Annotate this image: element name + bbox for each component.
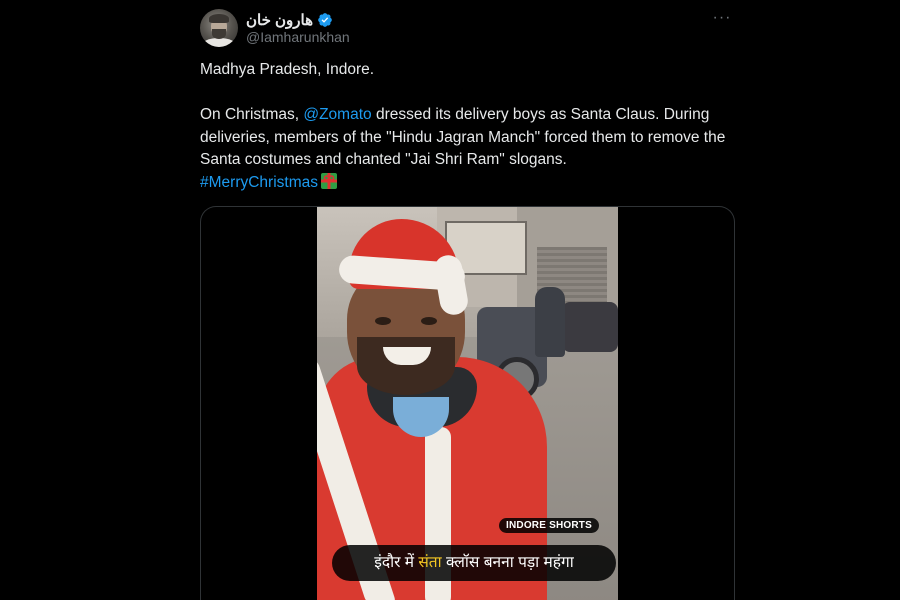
tweet: هارون خان @Iamharunkhan ··· Madhya Prade…: [200, 6, 735, 600]
video-rider: [535, 287, 565, 357]
avatar-hair: [209, 14, 229, 23]
tweet-body-prefix: On Christmas,: [200, 106, 304, 123]
video-caption: इंदौर में संता क्लॉस बनना पड़ा महंगा: [332, 545, 616, 581]
person-eye-left: [375, 317, 391, 325]
person-eye-right: [421, 317, 437, 325]
verified-badge-icon: [318, 13, 332, 27]
caption-prefix: इंदौर में: [374, 554, 419, 571]
author-name-row: هارون خان: [246, 10, 333, 30]
avatar-shoulders: [202, 38, 236, 47]
video-player[interactable]: INDORE SHORTS इंदौर में संता क्लॉस बनना …: [317, 207, 618, 600]
video-watermark: INDORE SHORTS: [499, 518, 599, 533]
tweet-body: On Christmas, @Zomato dressed its delive…: [200, 104, 735, 172]
avatar-beard: [212, 29, 226, 39]
caption-highlight: संता: [418, 554, 442, 571]
author-display-name[interactable]: هارون خان: [246, 11, 313, 29]
tweet-text: Madhya Pradesh, Indore. On Christmas, @Z…: [200, 59, 735, 194]
person-beard: [357, 337, 455, 395]
author-avatar[interactable]: [200, 9, 238, 47]
author-handle[interactable]: @Iamharunkhan: [246, 29, 350, 45]
caption-suffix: क्लॉस बनना पड़ा महंगा: [441, 554, 574, 571]
video-motorbike-right: [562, 302, 618, 352]
hashtag-link[interactable]: #MerryChristmas: [200, 174, 318, 191]
media-container[interactable]: INDORE SHORTS इंदौर में संता क्लॉस बनना …: [200, 206, 735, 600]
more-options-icon[interactable]: ···: [709, 8, 735, 28]
wrapped-gift-icon: [320, 172, 337, 189]
tweet-line-location: Madhya Pradesh, Indore.: [200, 61, 375, 78]
mention-link[interactable]: @Zomato: [303, 106, 371, 123]
hashtag-line: #MerryChristmas: [200, 172, 735, 195]
